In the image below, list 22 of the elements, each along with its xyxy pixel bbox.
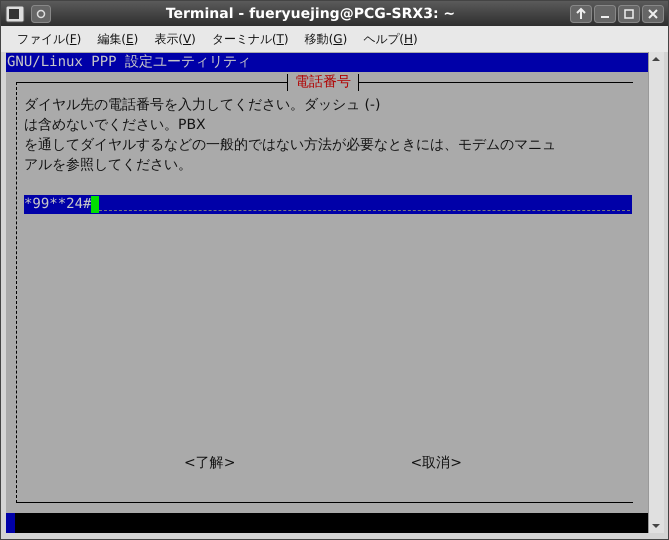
window-menu-button[interactable] [31, 4, 51, 22]
phone-number-field[interactable]: *99**24# [24, 195, 632, 214]
menu-item[interactable]: 移動(G) [296, 30, 356, 48]
instruction-text: は含めないでください。PBX [24, 116, 207, 135]
scrollbar[interactable] [648, 52, 664, 533]
minimize-button[interactable] [594, 4, 616, 22]
instruction-text: ダイヤル先の電話番号を入力してください。ダッシュ (-) [24, 96, 382, 115]
dialog-button[interactable]: <了解> [184, 454, 236, 472]
menu-item[interactable]: 編集(E) [89, 30, 146, 48]
dialog-button[interactable]: <取消> [410, 454, 462, 472]
instruction-text: アルを参照してください。 [24, 156, 193, 175]
window-title: Terminal - fueryuejing@PCG-SRX3: ~ [164, 6, 456, 22]
close-button[interactable] [642, 4, 664, 22]
menu-item[interactable]: ターミナル(T) [204, 30, 297, 48]
up-arrow-button[interactable] [570, 4, 592, 22]
instruction-text: を通してダイヤルするなどの一般的ではない方法が必要なときには、モデムのマニュ [24, 136, 557, 155]
menu-item[interactable]: 表示(V) [146, 30, 204, 48]
maximize-button[interactable] [618, 4, 640, 22]
menu-item[interactable]: ヘルプ(H) [355, 30, 426, 48]
menu-item[interactable]: ファイル(F) [9, 30, 90, 48]
dialog-title: 電話番号 [287, 74, 359, 91]
app-header: GNU/Linux PPP 設定ユーティリティ [6, 53, 648, 72]
